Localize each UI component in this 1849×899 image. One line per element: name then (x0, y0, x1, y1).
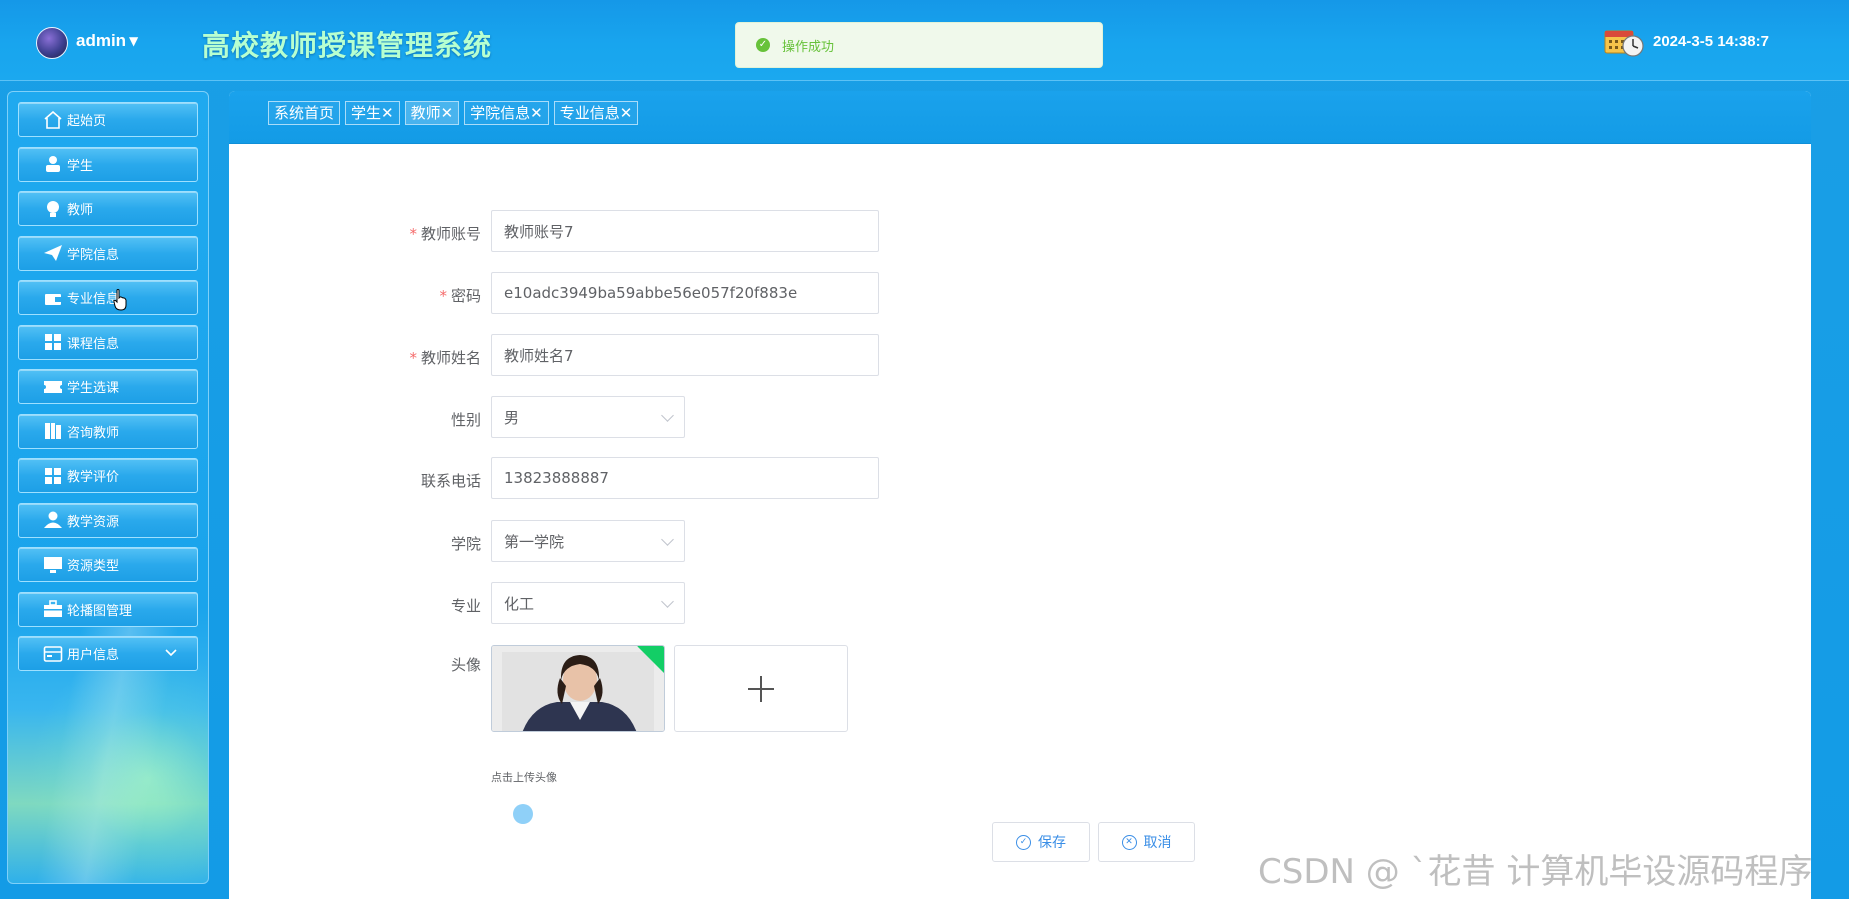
sidebar-item-label: 学院信息 (67, 247, 120, 263)
monitor-icon (43, 556, 63, 574)
card-icon (43, 645, 63, 663)
sidebar-item-label: 学生选课 (67, 381, 120, 396)
app-title: 高校教师授课管理系统 (202, 29, 493, 62)
sidebar-item-label: 咨询教师 (67, 425, 120, 441)
current-datetime: 2024-3-5 14:38:7 (1653, 33, 1769, 50)
chevron-down-icon (165, 649, 177, 657)
sidebar-item-teaching-evaluation[interactable]: 教学评价 (18, 458, 198, 493)
scroll-indicator[interactable] (513, 804, 533, 824)
sidebar: 起始页 学生 教师 学院信息 专业信息 课程信息 学生选课 咨询教师 教学评价 … (7, 91, 209, 884)
sidebar-item-course-selection[interactable]: 学生选课 (18, 369, 198, 404)
tab-home[interactable]: 系统首页 (268, 101, 341, 125)
grid-icon (43, 467, 63, 485)
toast-message: 操作成功 (782, 39, 835, 55)
tab-majors[interactable]: 专业信息✕ (553, 101, 639, 125)
teacher-form: * 教师账号 教师账号7 * 密码 e10adc3949ba59abbe56e057… (229, 143, 1811, 899)
sidebar-item-teachers[interactable]: 教师 (18, 191, 198, 226)
sidebar-item-carousel-management[interactable]: 轮播图管理 (18, 591, 198, 627)
name-label: * 教师姓名 (409, 349, 481, 367)
sidebar-item-majors[interactable]: 专业信息 (18, 280, 198, 315)
avatar-label: 头像 (450, 656, 481, 674)
password-label: * 密码 (439, 287, 481, 305)
sidebar-item-home[interactable]: 起始页 (18, 102, 198, 137)
major-select-value: 化工 (504, 594, 535, 613)
tab-students[interactable]: 学生✕ (345, 101, 400, 125)
upload-add-button[interactable] (674, 645, 848, 732)
tab-colleges[interactable]: 学院信息✕ (464, 101, 549, 125)
plus-icon-vertical (760, 675, 762, 702)
gender-label: 性别 (450, 411, 481, 429)
grid-icon (43, 333, 63, 351)
tab-bar: 系统首页 学生✕ 教师✕ 学院信息✕ 专业信息✕ (229, 91, 1811, 144)
account-label: * 教师账号 (409, 225, 481, 243)
sidebar-item-label: 教学评价 (67, 470, 120, 485)
college-label: 学院 (450, 535, 481, 553)
college-select-value: 第一学院 (504, 532, 565, 551)
person-icon (43, 155, 63, 173)
watermark-text: CSDN @ `花昔 计算机毕设源码程序 (1258, 852, 1813, 892)
user-avatar[interactable] (36, 27, 68, 59)
sidebar-item-label: 资源类型 (67, 559, 120, 574)
phone-input[interactable]: 13823888887 (491, 457, 879, 499)
user-icon (43, 511, 63, 529)
calendar-clock-icon (1604, 30, 1644, 57)
sidebar-menu: 起始页 学生 教师 学院信息 专业信息 课程信息 学生选课 咨询教师 教学评价 … (18, 102, 198, 681)
major-select[interactable]: 化工 (491, 582, 685, 624)
password-input[interactable]: e10adc3949ba59abbe56e057f20f883e (491, 272, 879, 314)
wallet-icon (43, 289, 63, 307)
main-content: 系统首页 学生✕ 教师✕ 学院信息✕ 专业信息✕ * 教师账号 教师账号7 * 密码… (229, 91, 1811, 899)
gender-select[interactable]: 男 (491, 396, 685, 438)
sidebar-item-user-info[interactable]: 用户信息 (18, 636, 198, 671)
paper-plane-icon (43, 244, 63, 262)
close-circle-icon: ✕ (1121, 834, 1137, 850)
cancel-button[interactable]: ✕ 取消 (1098, 822, 1195, 862)
top-header: admin ▼ 高校教师授课管理系统 ✓ 操作成功 2024-3-5 14:38… (0, 0, 1849, 81)
ticket-icon (43, 378, 63, 396)
sidebar-item-courses[interactable]: 课程信息 (18, 324, 198, 360)
bulb-icon (43, 200, 63, 218)
account-input[interactable]: 教师账号7 (491, 210, 879, 252)
username-dropdown[interactable]: admin (76, 31, 126, 51)
gender-select-value: 男 (504, 408, 520, 427)
sidebar-item-label: 课程信息 (67, 336, 120, 352)
success-toast: ✓ 操作成功 (735, 22, 1103, 68)
chevron-down-icon (661, 595, 674, 608)
cancel-button-label: 取消 (1143, 835, 1172, 851)
sidebar-item-colleges[interactable]: 学院信息 (18, 235, 198, 271)
sidebar-item-teaching-resources[interactable]: 教学资源 (18, 502, 198, 538)
save-button-label: 保存 (1038, 835, 1066, 851)
check-circle-icon: ✓ (756, 38, 770, 52)
sidebar-item-resource-types[interactable]: 资源类型 (18, 547, 198, 582)
name-input[interactable]: 教师姓名7 (491, 334, 879, 376)
book-icon (43, 422, 63, 440)
sidebar-item-consult-teacher[interactable]: 咨询教师 (18, 413, 198, 449)
college-select[interactable]: 第一学院 (491, 520, 685, 562)
briefcase-icon (43, 600, 63, 618)
sidebar-item-label: 用户信息 (67, 648, 120, 663)
major-label: 专业 (450, 597, 481, 615)
chevron-down-icon (661, 533, 674, 546)
uploaded-avatar-thumbnail[interactable] (491, 645, 665, 732)
sidebar-item-students[interactable]: 学生 (18, 146, 198, 182)
sidebar-item-label: 轮播图管理 (67, 603, 133, 619)
tab-teachers[interactable]: 教师✕ (404, 101, 460, 125)
save-button[interactable]: ✓ 保存 (992, 822, 1090, 862)
tabs: 系统首页 学生✕ 教师✕ 学院信息✕ 专业信息✕ (268, 101, 643, 125)
sidebar-item-label: 起始页 (67, 114, 107, 129)
phone-label: 联系电话 (420, 472, 481, 490)
upload-tip: 点击上传头像 (491, 771, 557, 784)
sidebar-item-label: 学生 (67, 158, 94, 174)
sidebar-item-label: 专业信息 (67, 292, 120, 307)
avatar-photo (492, 646, 664, 731)
sidebar-item-label: 教学资源 (67, 514, 120, 530)
caret-down-icon[interactable]: ▼ (129, 34, 138, 48)
chevron-down-icon (661, 409, 674, 422)
sidebar-item-label: 教师 (67, 203, 94, 218)
hand-cursor-icon (113, 289, 127, 311)
home-icon (43, 110, 63, 129)
check-circle-icon: ✓ (1016, 834, 1031, 850)
